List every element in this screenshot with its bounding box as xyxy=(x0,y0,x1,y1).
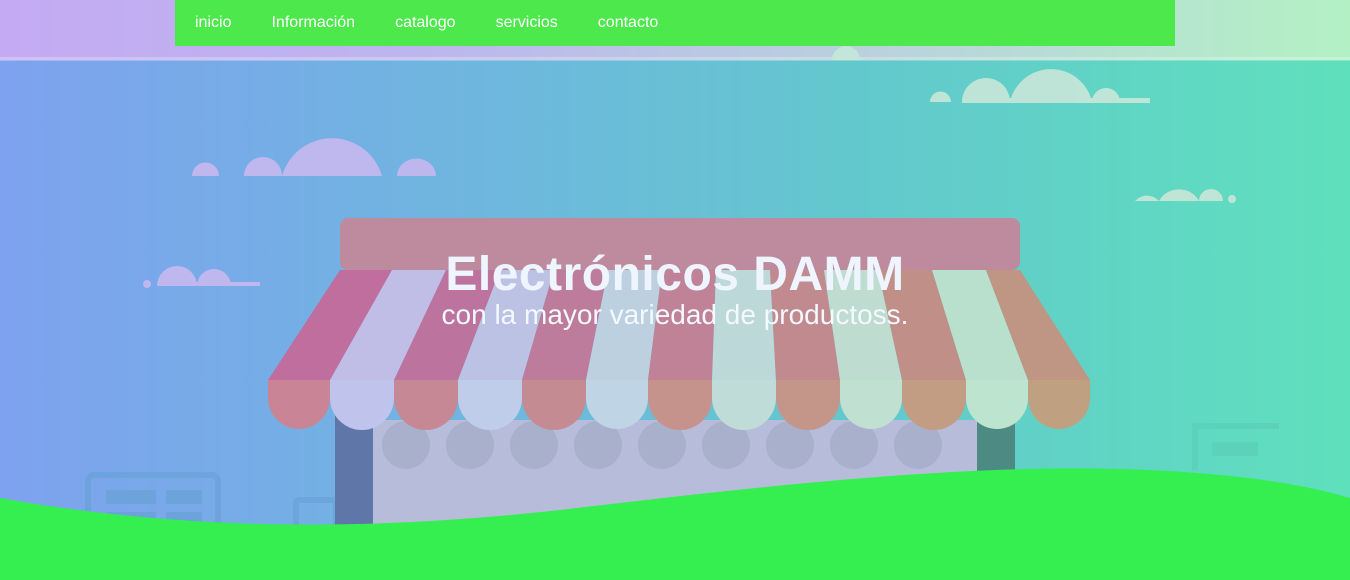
nav-link-contacto[interactable]: contacto xyxy=(578,14,678,32)
hero-subtitle: con la mayor variedad de productoss. xyxy=(441,299,909,330)
bottom-wave xyxy=(0,468,1350,580)
nav-link-inicio[interactable]: inicio xyxy=(175,14,251,32)
cloud-shapes-right xyxy=(832,46,1236,203)
hero-text: Electrónicos DAMM con la mayor variedad … xyxy=(0,246,1350,332)
nav-link-servicios[interactable]: servicios xyxy=(476,14,578,32)
nav-link-catalogo[interactable]: catalogo xyxy=(375,14,476,32)
hero-title: Electrónicos DAMM xyxy=(445,248,905,301)
hero-section: Electrónicos DAMM con la mayor variedad … xyxy=(0,0,1350,580)
main-navbar: inicio Información catalogo servicios co… xyxy=(175,0,1175,46)
nav-link-informacion[interactable]: Información xyxy=(251,14,375,32)
